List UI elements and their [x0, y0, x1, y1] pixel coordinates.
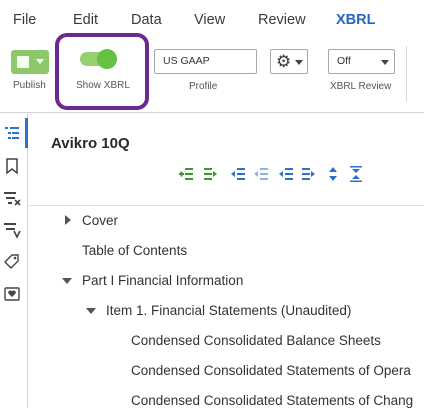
- ribbon-border: [0, 112, 424, 113]
- add-section-icon[interactable]: [178, 165, 194, 183]
- chevron-down-icon: [36, 59, 44, 64]
- collapse-vertical-icon[interactable]: [348, 165, 364, 183]
- menu-file[interactable]: File: [13, 12, 36, 28]
- gear-icon: ⚙: [276, 52, 292, 71]
- publish-icon: [17, 56, 29, 68]
- profile-field[interactable]: US GAAP: [154, 49, 257, 74]
- collapse-toggle-icon[interactable]: [86, 308, 96, 314]
- profile-label: Profile: [189, 81, 218, 92]
- move-left-icon[interactable]: [230, 165, 246, 183]
- xbrl-review-select[interactable]: Off: [328, 49, 395, 74]
- tree-item-item-1[interactable]: Item 1. Financial Statements (Unaudited): [106, 303, 351, 318]
- menu-edit[interactable]: Edit: [73, 12, 98, 28]
- publish-label: Publish: [13, 80, 46, 91]
- collapse-toggle-icon[interactable]: [62, 278, 72, 284]
- settings-button[interactable]: ⚙: [270, 49, 308, 74]
- ribbon-divider: [406, 46, 407, 102]
- tree-item-part-i[interactable]: Part I Financial Information: [82, 273, 243, 288]
- publish-button[interactable]: [11, 50, 49, 74]
- xbrl-review-value: Off: [337, 55, 351, 67]
- tree-item-statements-of-operations[interactable]: Condensed Consolidated Statements of Ope…: [131, 363, 411, 378]
- tree-item-statements-of-changes[interactable]: Condensed Consolidated Statements of Cha…: [131, 393, 413, 408]
- active-indicator: [25, 118, 28, 148]
- tags-icon[interactable]: [2, 252, 22, 272]
- pane-divider: [29, 205, 424, 206]
- toggle-knob: [97, 49, 117, 69]
- filter-icon[interactable]: [2, 220, 22, 240]
- outline-icon[interactable]: [2, 124, 22, 144]
- show-xbrl-toggle[interactable]: [80, 49, 117, 69]
- expand-toggle-icon[interactable]: [65, 215, 71, 225]
- menu-data[interactable]: Data: [131, 12, 162, 28]
- xbrl-review-label: XBRL Review: [330, 81, 392, 92]
- ribbon: Publish Show XBRL US GAAP Profile ⚙ Off …: [0, 33, 424, 112]
- chevron-down-icon: [295, 60, 303, 65]
- clear-filter-icon[interactable]: [2, 189, 22, 209]
- show-xbrl-label: Show XBRL: [76, 80, 130, 91]
- document-title: Avikro 10Q: [51, 135, 130, 152]
- indent-arrow-icon[interactable]: [301, 165, 317, 183]
- tree-item-table-of-contents[interactable]: Table of Contents: [82, 243, 187, 258]
- collapse-left-icon[interactable]: [253, 165, 269, 183]
- chevron-down-icon: [381, 60, 389, 65]
- tree-item-cover[interactable]: Cover: [82, 213, 118, 228]
- tree-item-balance-sheets[interactable]: Condensed Consolidated Balance Sheets: [131, 333, 381, 348]
- show-xbrl-highlight: Show XBRL: [55, 33, 149, 110]
- menu-review[interactable]: Review: [258, 12, 306, 28]
- outdent-icon[interactable]: [278, 165, 294, 183]
- expand-vertical-icon[interactable]: [325, 165, 341, 183]
- left-rail: [0, 113, 28, 408]
- indent-right-icon[interactable]: [203, 165, 219, 183]
- bookmark-icon[interactable]: [2, 156, 22, 176]
- comment-heart-icon[interactable]: [2, 285, 22, 305]
- menu-xbrl[interactable]: XBRL: [336, 12, 375, 28]
- menu-view[interactable]: View: [194, 12, 225, 28]
